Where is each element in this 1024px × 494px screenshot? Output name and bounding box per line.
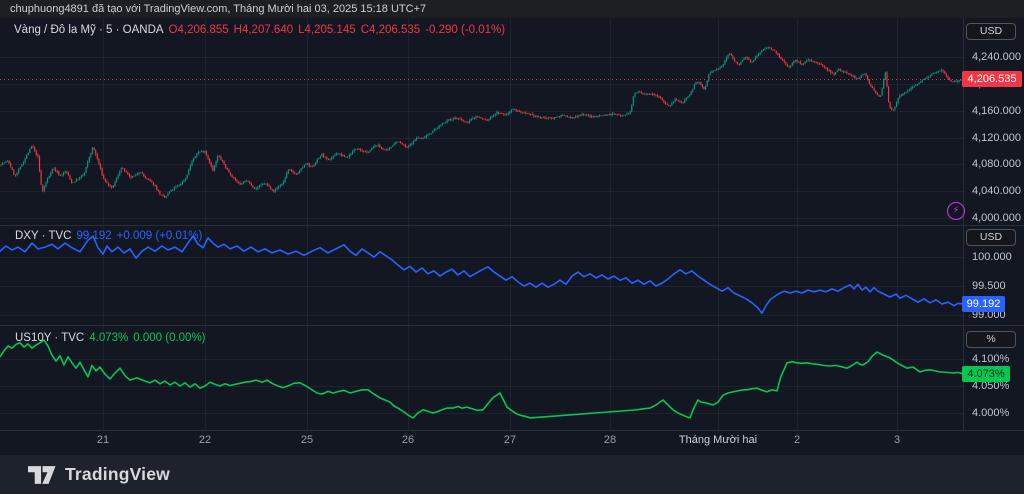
time-label-month: Tháng Mười hai (679, 434, 757, 446)
boost-icon[interactable]: ⚡ (947, 202, 965, 220)
ohlc-low: L4,205.145 (298, 24, 356, 36)
symbol-title-dxy: DXY · TVC (15, 230, 71, 242)
price-tick-label: 100.000 (972, 251, 1012, 263)
time-label: 26 (402, 434, 414, 446)
last-value-us10y: 4.073% (89, 332, 128, 344)
time-label: 25 (301, 434, 313, 446)
symbol-title-gold: Vàng / Đô la Mỹ · 5 · OANDA (14, 24, 164, 36)
change-gold: -0.290 (-0.01%) (425, 24, 505, 36)
symbol-title-us10y: US10Y · TVC (15, 332, 84, 344)
attribution-bar: chuphuong4891 đã tạo với TradingView.com… (0, 0, 1024, 18)
time-axis[interactable]: 21 22 25 26 27 28 Tháng Mười hai 2 3 (0, 431, 1024, 455)
price-tick-label: 4,040.000 (972, 185, 1021, 197)
price-tick-label: 4,080.000 (972, 158, 1021, 170)
tradingview-wordmark[interactable]: TradingView (65, 464, 170, 485)
tradingview-logo-icon[interactable] (28, 466, 56, 484)
legend-dxy[interactable]: DXY · TVC 99.192 +0.009 (+0.01%) (15, 230, 207, 242)
price-badge-gold: 4,206.535 (962, 71, 1022, 87)
ohlc-open: O4,206.855 (169, 24, 229, 36)
price-tick-label: 4,000.000 (972, 212, 1021, 224)
time-label: 22 (199, 434, 211, 446)
lightning-glyph: ⚡ (952, 206, 959, 216)
price-tick-label: 99.500 (972, 280, 1006, 292)
axis-unit-button-dxy[interactable]: USD (966, 229, 1016, 246)
time-label: 3 (894, 434, 900, 446)
chart-plot-area[interactable] (0, 0, 1024, 455)
ohlc-high: H4,207.640 (234, 24, 293, 36)
ohlc-close: C4,206.535 (361, 24, 420, 36)
price-tick-label: 4.000% (972, 407, 1009, 419)
axis-unit-button-gold[interactable]: USD (966, 23, 1016, 40)
change-dxy: +0.009 (+0.01%) (117, 230, 203, 242)
legend-us10y[interactable]: US10Y · TVC 4.073% 0.000 (0.00%) (15, 332, 211, 344)
price-tick-label: 4,120.000 (972, 132, 1021, 144)
price-tick-label: 4,160.000 (972, 105, 1021, 117)
time-label: 28 (604, 434, 616, 446)
tradingview-snapshot: { "topbar": { "attribution": "chuphuong4… (0, 0, 1024, 494)
time-label: 27 (504, 434, 516, 446)
time-label: 21 (97, 434, 109, 446)
price-badge-us10y: 4.073% (962, 366, 1010, 382)
price-tick-label: 4,240.000 (972, 51, 1021, 63)
axis-unit-button-us10y[interactable]: % (966, 331, 1016, 348)
time-label: 2 (794, 434, 800, 446)
last-value-dxy: 99.192 (76, 230, 111, 242)
footer-bar: TradingView (0, 455, 1024, 494)
price-tick-label: 4.050% (972, 380, 1009, 392)
legend-gold[interactable]: Vàng / Đô la Mỹ · 5 · OANDA O4,206.855 H4,… (14, 24, 510, 36)
attribution-text: chuphuong4891 đã tạo với TradingView.com… (10, 3, 426, 15)
change-us10y: 0.000 (0.00%) (133, 332, 205, 344)
price-tick-label: 4.100% (972, 353, 1009, 365)
price-badge-dxy: 99.192 (962, 296, 1005, 312)
